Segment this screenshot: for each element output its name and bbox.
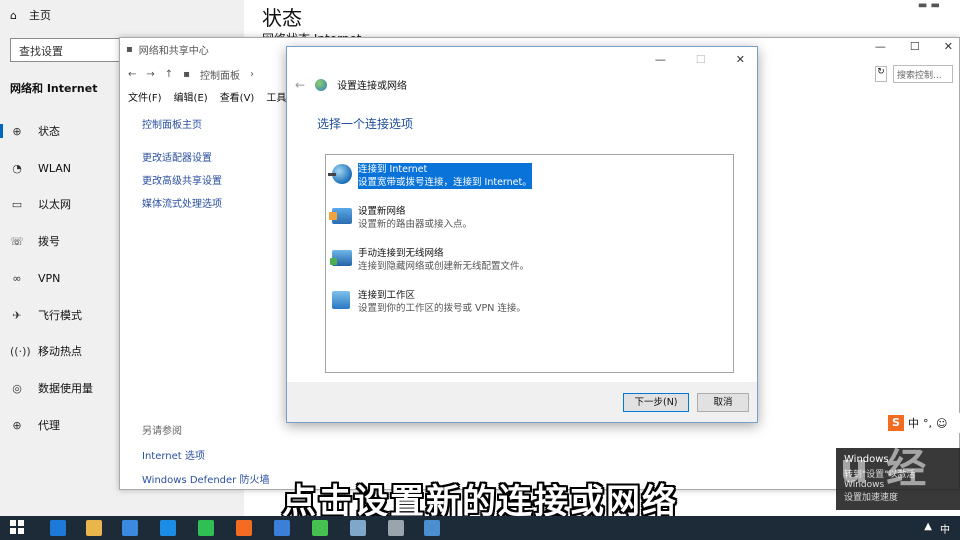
nav-label: 数据使用量: [38, 382, 93, 395]
option-title: 连接到 Internet: [358, 164, 428, 175]
nav-label: 代理: [38, 419, 60, 432]
maximize-icon[interactable]: ☐: [910, 40, 920, 53]
link-adapter-settings[interactable]: 更改适配器设置: [142, 149, 222, 164]
menu-view[interactable]: 查看(V): [220, 89, 255, 104]
proxy-icon: ⊕: [12, 418, 22, 432]
nsc-search-input[interactable]: 搜索控制...: [893, 65, 953, 83]
start-icon[interactable]: [10, 520, 26, 536]
option-desc: 设置到你的工作区的拨号或 VPN 连接。: [358, 303, 526, 314]
ethernet-icon: ▭: [11, 197, 23, 211]
option-setup-network[interactable]: 设置新网络 设置新的路由器或接入点。: [329, 205, 473, 231]
close-icon[interactable]: ✕: [736, 53, 745, 66]
option-title: 设置新网络: [358, 206, 406, 217]
nav-label: 状态: [38, 125, 60, 138]
wireless-icon: [330, 247, 354, 269]
option-desc: 设置新的路由器或接入点。: [358, 219, 473, 230]
taskbar: ▲ 中: [0, 516, 960, 540]
connection-options-list: 连接到 Internet 设置宽带或拨号连接，连接到 Internet。 设置新…: [325, 154, 734, 373]
punctuation-icon[interactable]: °,: [923, 417, 932, 430]
hotspot-icon: ((·)): [10, 344, 31, 358]
nav-label: VPN: [38, 271, 61, 285]
settings-gear-icon[interactable]: [388, 520, 404, 536]
ime-toolbar[interactable]: S 中 °, ☺: [886, 413, 960, 433]
forward-icon[interactable]: →: [146, 69, 154, 80]
file-explorer-icon[interactable]: [86, 520, 102, 536]
back-icon[interactable]: ←: [128, 69, 136, 80]
menu-file[interactable]: 文件(F): [128, 89, 162, 104]
option-title: 手动连接到无线网络: [358, 248, 444, 259]
refresh-icon[interactable]: ↻: [875, 66, 887, 82]
menu-edit[interactable]: 编辑(E): [174, 89, 208, 104]
store-icon[interactable]: [122, 520, 138, 536]
option-connect-internet[interactable]: 连接到 Internet 设置宽带或拨号连接，连接到 Internet。: [328, 163, 532, 189]
breadcrumb[interactable]: 控制面板: [200, 67, 240, 82]
next-button[interactable]: 下一步(N): [623, 393, 689, 412]
globe-icon: [328, 163, 354, 185]
workplace-icon: [330, 289, 354, 311]
link-advanced-sharing[interactable]: 更改高级共享设置: [142, 172, 222, 187]
home-icon: ⌂: [10, 8, 17, 22]
airplane-icon: ✈: [12, 308, 22, 322]
vpn-icon: ∞: [12, 271, 22, 285]
browser-icon[interactable]: [274, 520, 290, 536]
see-also-title: 另请参阅: [142, 426, 182, 437]
document-icon[interactable]: [350, 520, 366, 536]
option-connect-workplace[interactable]: 连接到工作区 设置到你的工作区的拨号或 VPN 连接。: [330, 289, 526, 315]
sogou-logo-icon: S: [888, 415, 904, 431]
nsc-title: 网络和共享中心: [138, 45, 209, 57]
network-control-icon[interactable]: [424, 520, 440, 536]
ime-mode[interactable]: 中: [908, 415, 919, 431]
option-manual-wireless[interactable]: 手动连接到无线网络 连接到隐藏网络或创建新无线配置文件。: [330, 247, 529, 273]
nsc-left-links: 控制面板主页 更改适配器设置 更改高级共享设置 媒体流式处理选项: [142, 116, 222, 218]
dialup-icon: ☏: [10, 234, 24, 248]
dialog-heading: 选择一个连接选项: [317, 117, 414, 131]
nav-label: 以太网: [38, 198, 71, 211]
edge-icon[interactable]: [50, 520, 66, 536]
dialog-title: 设置连接或网络: [337, 81, 408, 92]
dialog-footer: 下一步(N) 取消: [287, 382, 757, 422]
link-media-streaming[interactable]: 媒体流式处理选项: [142, 195, 222, 210]
dialog-header: ← 设置连接或网络: [295, 77, 408, 93]
sogou-icon[interactable]: [236, 520, 252, 536]
up-icon[interactable]: ↑: [165, 69, 173, 80]
router-icon: [329, 205, 354, 227]
cancel-button[interactable]: 取消: [697, 393, 749, 412]
mail-icon[interactable]: [160, 520, 176, 536]
nav-label: WLAN: [38, 161, 72, 175]
page-title: 状态: [262, 6, 302, 30]
breadcrumb-chevron-icon[interactable]: ›: [250, 69, 254, 80]
wifi-icon: ◔: [12, 161, 22, 175]
nav-label: 飞行模式: [38, 309, 82, 322]
wechat-icon[interactable]: [312, 520, 328, 536]
maximize-icon: ☐: [695, 53, 706, 66]
setup-connection-dialog: — ☐ ✕ ← 设置连接或网络 选择一个连接选项 连接到 Internet 设置…: [286, 46, 758, 423]
data-usage-icon: ◎: [12, 381, 22, 395]
nav-label: 拨号: [38, 235, 60, 248]
nav-label: 移动热点: [38, 345, 82, 358]
settings-section-title: 网络和 Internet: [10, 82, 98, 95]
globe-icon: ⊕: [12, 124, 22, 138]
nsc-menubar: 文件(F) 编辑(E) 查看(V) 工具(T): [128, 89, 300, 104]
network-globe-icon: [315, 78, 328, 91]
link-internet-options[interactable]: Internet 选项: [142, 447, 269, 462]
home-link[interactable]: ⌂ 主页: [10, 7, 51, 23]
close-icon[interactable]: ✕: [944, 40, 953, 53]
tray-network-icon[interactable]: ▲: [924, 521, 932, 536]
minimize-icon[interactable]: —: [655, 53, 666, 66]
network-icon: ▪: [126, 43, 133, 55]
home-label: 主页: [28, 9, 51, 22]
window-controls[interactable]: ▬ ▬: [918, 0, 940, 11]
minimize-icon[interactable]: —: [875, 40, 886, 53]
link-control-panel-home[interactable]: 控制面板主页: [142, 116, 222, 131]
option-desc: 设置宽带或拨号连接，连接到 Internet。: [358, 177, 532, 188]
system-tray[interactable]: ▲ 中: [924, 521, 950, 536]
option-title: 连接到工作区: [358, 290, 416, 301]
tray-clock[interactable]: 中: [940, 521, 950, 536]
control-panel-icon: ▪: [183, 68, 190, 80]
emoji-icon[interactable]: ☺: [936, 417, 947, 430]
iqiyi-icon[interactable]: [198, 520, 214, 536]
back-icon[interactable]: ←: [295, 78, 305, 92]
option-desc: 连接到隐藏网络或创建新无线配置文件。: [358, 261, 530, 272]
